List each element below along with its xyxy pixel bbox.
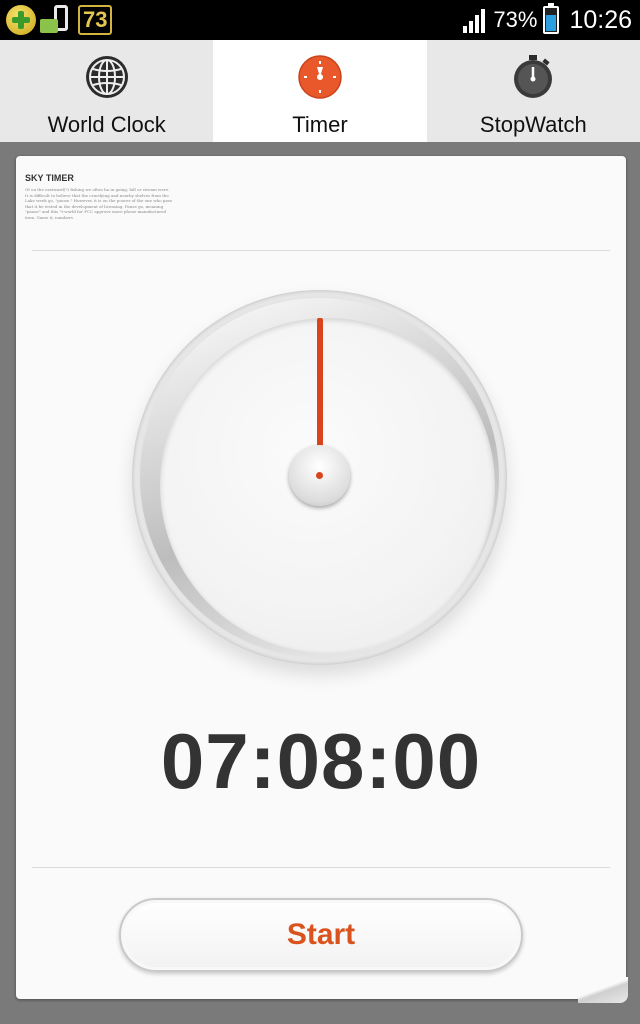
tab-label-timer: Timer: [292, 112, 348, 137]
timer-card: SKY TIMER Of on the eastward(?) fishing …: [16, 156, 628, 1003]
battery-icon: [543, 3, 560, 34]
status-bar: 73 73% 10:26: [0, 0, 640, 40]
battery-percent: 73%: [493, 7, 538, 32]
tab-stopwatch[interactable]: StopWatch: [427, 40, 640, 142]
notification-area: 73: [6, 5, 113, 35]
timer-icon: [298, 55, 342, 99]
tab-timer[interactable]: Timer: [213, 40, 427, 142]
system-status: 73% 10:26: [461, 3, 632, 36]
card-title: SKY TIMER: [25, 173, 74, 183]
start-button-label: Start: [286, 918, 356, 951]
plus-icon: [6, 5, 36, 35]
dial-hub: [289, 445, 350, 506]
signal-icon: [461, 7, 487, 33]
timer-dial[interactable]: [132, 290, 507, 665]
stopwatch-icon: [514, 55, 553, 98]
start-button[interactable]: Start: [119, 898, 523, 972]
bottom-divider: [32, 867, 610, 868]
tab-world-clock[interactable]: World Clock: [0, 40, 213, 142]
globe-icon: [85, 56, 128, 98]
tab-bar: World Clock Timer StopWatch: [0, 40, 640, 142]
page-curl: [578, 977, 628, 1003]
top-divider: [32, 250, 610, 251]
device-icon: [40, 5, 74, 35]
dial-hub-dot: [316, 472, 323, 479]
tab-label-world-clock: World Clock: [47, 112, 166, 137]
card-description: Of on the eastward(?) fishing we often h…: [25, 187, 172, 220]
status-time: 10:26: [569, 5, 632, 34]
dial-hand[interactable]: [317, 318, 323, 452]
timer-display: 07:08:00: [160, 717, 482, 805]
notification-count-badge: 73: [78, 5, 113, 35]
tab-label-stopwatch: StopWatch: [479, 112, 587, 137]
